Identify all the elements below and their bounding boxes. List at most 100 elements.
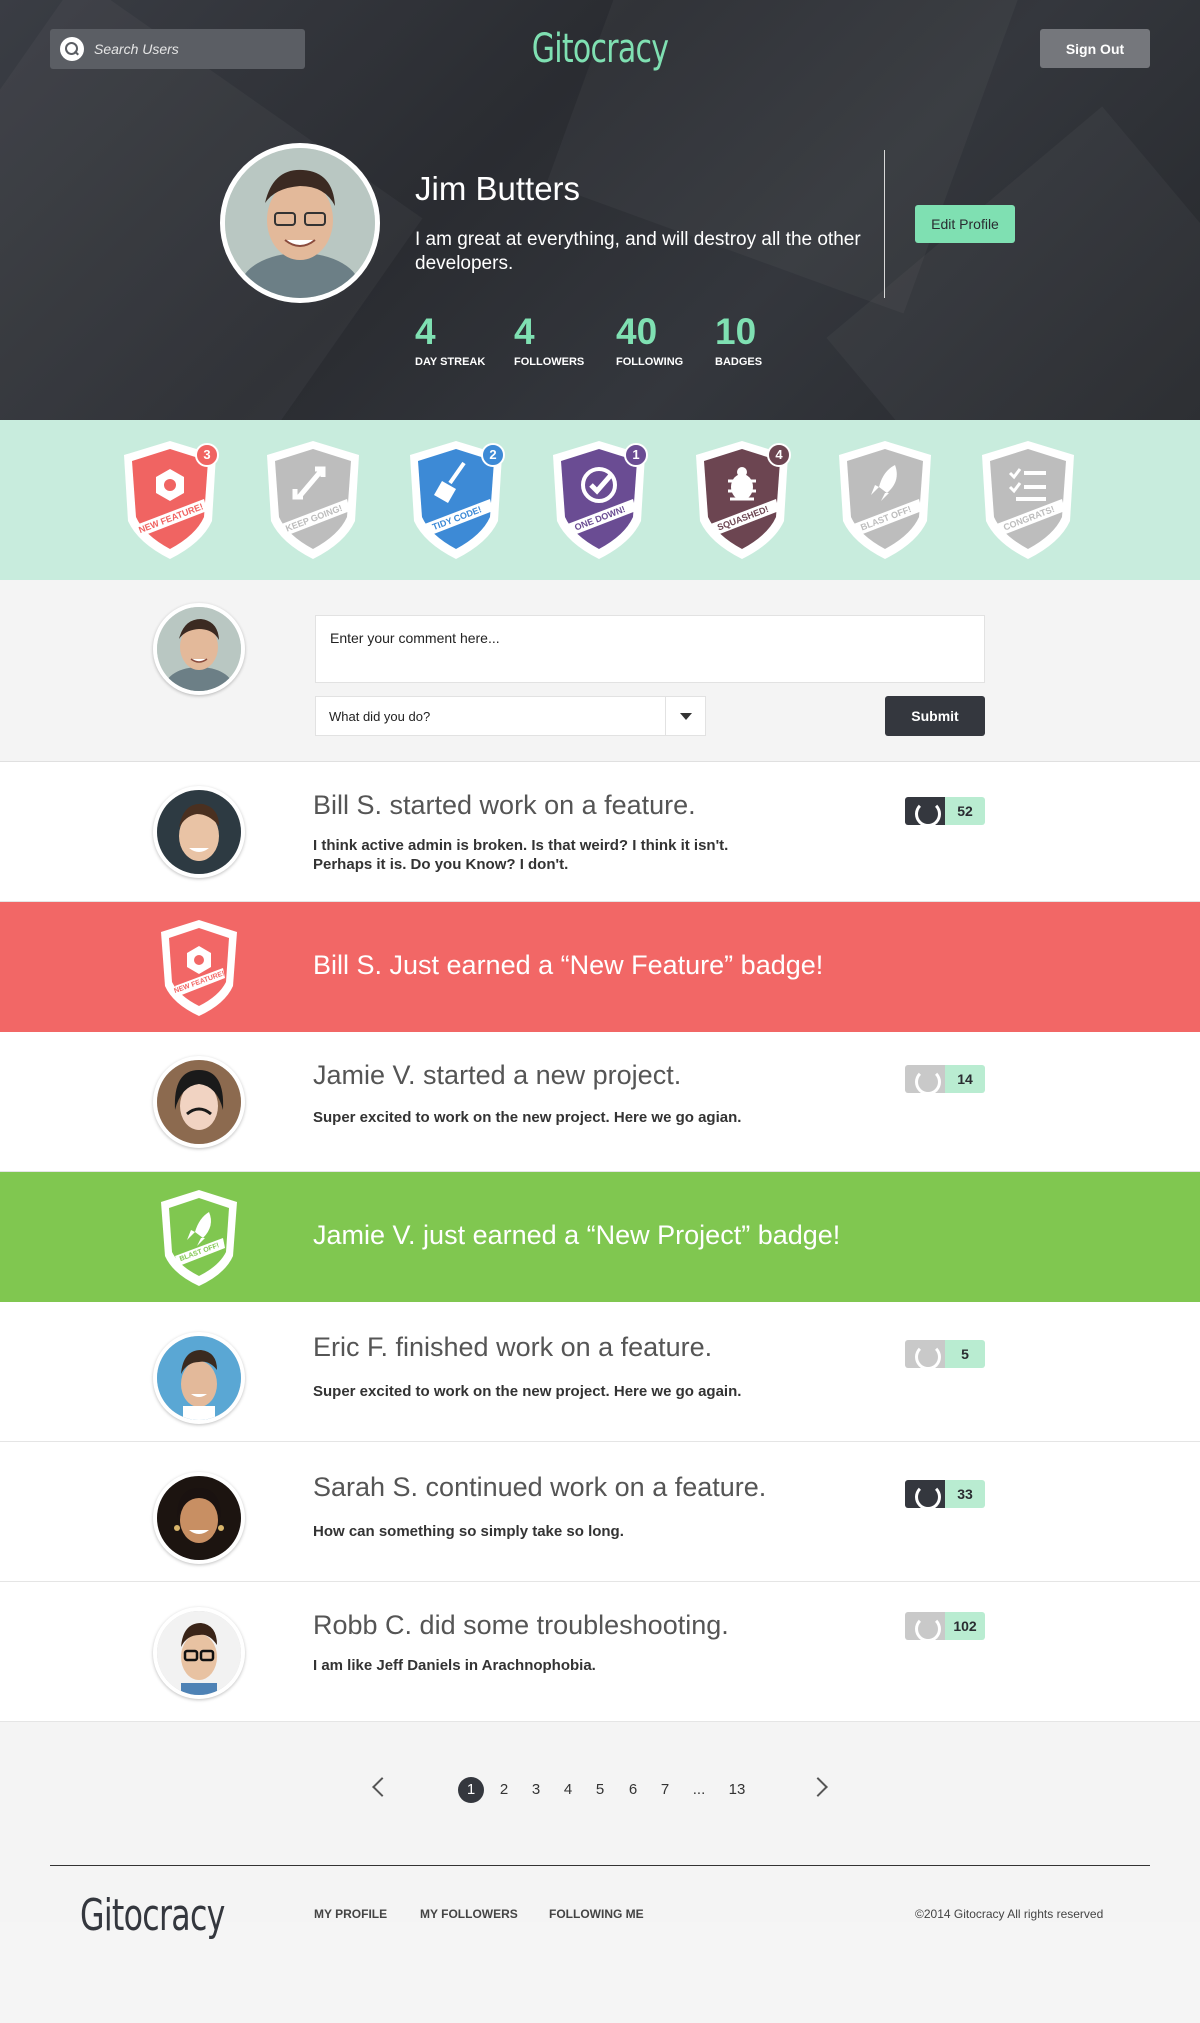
stat-badges[interactable]: 10 BADGES (715, 310, 762, 368)
comment-input[interactable] (315, 615, 985, 683)
avatar[interactable] (153, 1607, 245, 1699)
sign-out-button[interactable]: Sign Out (1040, 29, 1150, 68)
stat-label: FOLLOWERS (514, 356, 585, 368)
badge-count: 3 (195, 443, 219, 467)
score-badge[interactable]: 102 (905, 1612, 985, 1642)
arrows-loop-icon: KEEP GOING! (267, 441, 359, 559)
laurel-icon (905, 1480, 945, 1510)
page-link[interactable]: 7 (652, 1777, 678, 1803)
page-link[interactable]: 3 (523, 1777, 549, 1803)
new-feature-badge-icon: NEW FEATURE! (153, 916, 245, 1025)
score-value: 33 (945, 1480, 985, 1508)
chevron-right-icon[interactable] (808, 1777, 828, 1797)
edit-profile-button[interactable]: Edit Profile (915, 205, 1015, 243)
score-badge[interactable]: 14 (905, 1065, 985, 1095)
footer-link-following-me[interactable]: FOLLOWING ME (549, 1907, 644, 1921)
laurel-icon (905, 1612, 945, 1642)
chevron-left-icon[interactable] (372, 1777, 392, 1797)
badges-strip: NEW FEATURE! 3 KEEP GOING! TIDY CODE! 2 ONE D… (0, 420, 1200, 580)
feed-body: I am like Jeff Daniels in Arachnophobia. (313, 1657, 596, 1674)
stat-followers[interactable]: 4 FOLLOWERS (514, 310, 584, 368)
page-link[interactable]: 13 (724, 1777, 750, 1803)
divider (884, 150, 885, 298)
badge-squashed[interactable]: SQUASHED! 4 (684, 435, 799, 565)
avatar[interactable] (153, 1472, 245, 1564)
laurel-icon (905, 1065, 945, 1095)
checklist-icon: CONGRATS! (982, 441, 1074, 559)
page-link[interactable]: 4 (555, 1777, 581, 1803)
badge-blast-off[interactable]: BLAST OFF! (827, 435, 942, 565)
stat-day-streak: 4 DAY STREAK (415, 310, 485, 368)
feed-title: Robb C. did some troubleshooting. (313, 1610, 729, 1640)
feed-title: Bill S. started work on a feature. (313, 790, 696, 820)
feed-item: Robb C. did some troubleshooting. I am l… (0, 1582, 1200, 1722)
badge-tidy-code[interactable]: TIDY CODE! 2 (398, 435, 513, 565)
stat-value: 40 (616, 311, 658, 352)
score-badge[interactable]: 52 (905, 797, 985, 827)
avatar[interactable] (153, 786, 245, 878)
score-badge[interactable]: 33 (905, 1480, 985, 1510)
score-value: 5 (945, 1340, 985, 1368)
banner-text: Jamie V. just earned a “New Project” bad… (313, 1220, 841, 1250)
badge-count: 2 (481, 443, 505, 467)
rocket-icon: BLAST OFF! (839, 441, 931, 559)
feed-title: Eric F. finished work on a feature. (313, 1332, 713, 1362)
page-link[interactable]: 1 (458, 1777, 484, 1803)
feed-body: How can something so simply take so long… (313, 1523, 624, 1540)
badge-banner: BLAST OFF! Jamie V. just earned a “New P… (0, 1172, 1200, 1302)
page-link[interactable]: 2 (491, 1777, 517, 1803)
avatar[interactable] (153, 1056, 245, 1148)
profile-avatar (220, 143, 380, 303)
page-link[interactable]: 5 (587, 1777, 613, 1803)
score-badge[interactable]: 5 (905, 1340, 985, 1370)
feed-item: Sarah S. continued work on a feature. Ho… (0, 1442, 1200, 1582)
banner-text: Bill S. Just earned a “New Feature” badg… (313, 950, 824, 980)
badge-new-feature[interactable]: NEW FEATURE! 3 (112, 435, 227, 565)
laurel-icon (905, 1340, 945, 1370)
feed-body: Super excited to work on the new project… (313, 1109, 742, 1126)
stat-value: 4 (514, 311, 535, 352)
profile-name: Jim Butters (415, 170, 581, 207)
laurel-icon (905, 797, 945, 827)
feed-body: I think active admin is broken. Is that … (313, 837, 729, 873)
avatar[interactable] (153, 1332, 245, 1424)
badge-count: 1 (624, 443, 648, 467)
stat-label: BADGES (715, 356, 763, 368)
footer-link-my-profile[interactable]: MY PROFILE (314, 1907, 387, 1921)
activity-select[interactable]: What did you do? (315, 696, 706, 736)
profile-header: Gitocracy Sign Out Jim Butters I am grea… (0, 0, 1200, 420)
stat-label: DAY STREAK (415, 356, 486, 368)
score-value: 52 (945, 797, 985, 825)
chevron-down-icon[interactable] (665, 697, 705, 735)
page-link[interactable]: 6 (620, 1777, 646, 1803)
blast-off-badge-icon: BLAST OFF! (153, 1186, 245, 1295)
copyright: ©2014 Gitocracy All rights reserved (915, 1907, 1104, 1921)
logo[interactable]: Gitocracy (150, 26, 1050, 72)
current-user-avatar (153, 603, 245, 695)
activity-select-value: What did you do? (329, 708, 431, 724)
feed-title: Jamie V. started a new project. (313, 1060, 682, 1090)
badge-one-down[interactable]: ONE DOWN! 1 (541, 435, 656, 565)
search-icon (60, 37, 84, 61)
footer-logo[interactable]: Gitocracy (80, 1890, 225, 1941)
feed-body: Super excited to work on the new project… (313, 1383, 742, 1400)
score-value: 14 (945, 1065, 985, 1093)
stat-value: 4 (415, 311, 436, 352)
feed-title: Sarah S. continued work on a feature. (313, 1472, 767, 1502)
badge-count: 4 (767, 443, 791, 467)
profile-bio: I am great at everything, and will destr… (415, 229, 861, 274)
footer-divider (50, 1865, 1150, 1866)
stat-following[interactable]: 40 FOLLOWING (616, 310, 683, 368)
score-value: 102 (945, 1612, 985, 1640)
comment-composer: What did you do? Submit (0, 580, 1200, 762)
feed-item: Jamie V. started a new project. Super ex… (0, 1032, 1200, 1172)
stat-label: FOLLOWING (616, 356, 684, 368)
submit-button[interactable]: Submit (885, 696, 985, 736)
feed-item: Eric F. finished work on a feature. Supe… (0, 1302, 1200, 1442)
page-ellipsis: ... (692, 1781, 706, 1798)
badge-keep-going[interactable]: KEEP GOING! (255, 435, 370, 565)
badge-banner: NEW FEATURE! Bill S. Just earned a “New … (0, 902, 1200, 1032)
footer-link-my-followers[interactable]: MY FOLLOWERS (420, 1907, 518, 1921)
badge-congrats[interactable]: CONGRATS! (970, 435, 1085, 565)
feed-item: Bill S. started work on a feature. I thi… (0, 762, 1200, 902)
